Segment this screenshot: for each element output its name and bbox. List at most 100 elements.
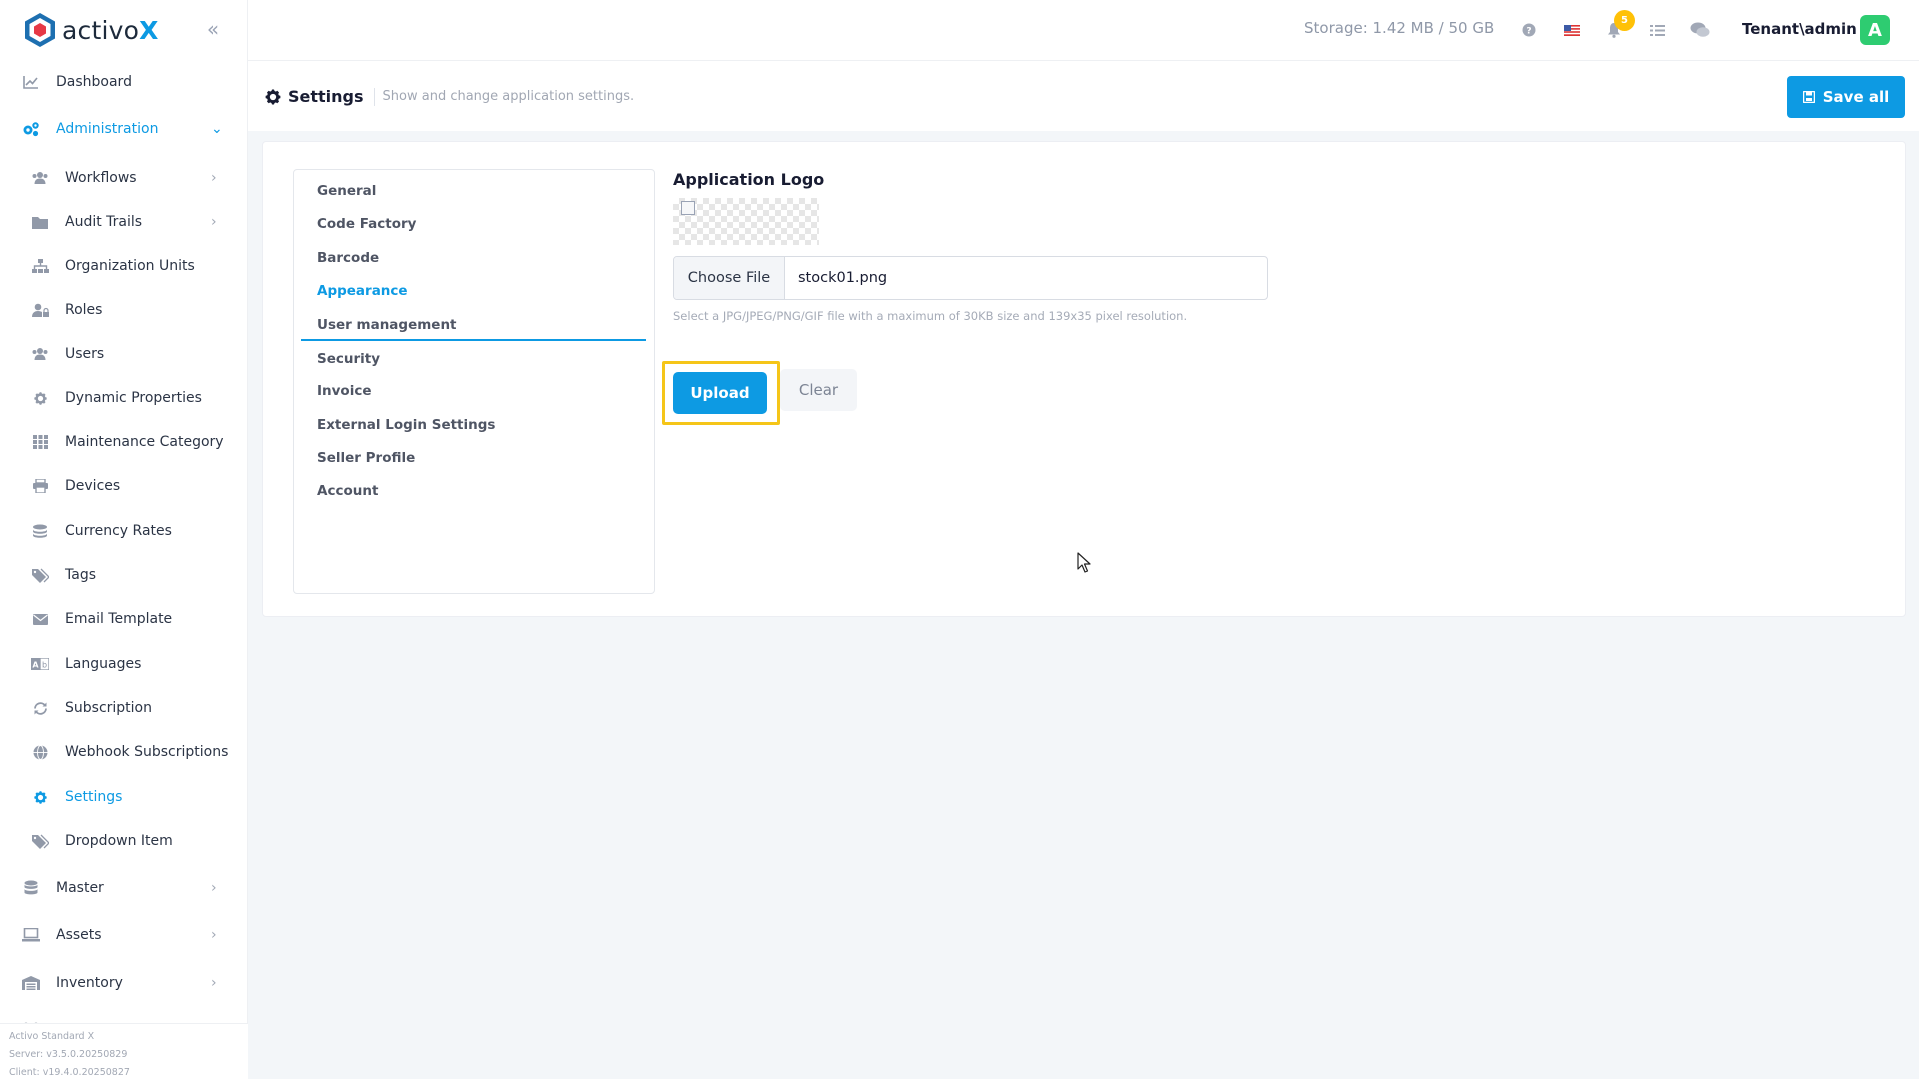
chevron-right-icon: › (211, 170, 217, 186)
sidebar-item-languages[interactable]: Ab Languages (0, 646, 248, 682)
globe-icon (31, 743, 49, 761)
printer-icon (31, 477, 49, 495)
coins-icon (31, 522, 49, 540)
sidebar-item-administration[interactable]: Administration ⌄ (0, 111, 248, 147)
upload-button[interactable]: Upload (673, 372, 767, 414)
svg-text:?: ? (1526, 27, 1531, 37)
sidebar-item-label: Subscription (65, 700, 152, 716)
sidebar-item-currency-rates[interactable]: Currency Rates (0, 513, 248, 549)
task-list-icon[interactable] (1647, 20, 1667, 40)
chevron-right-icon: › (211, 975, 217, 991)
sidebar-item-label: Roles (65, 302, 103, 318)
version-info: Activo Standard X Server: v3.5.0.2025082… (0, 1023, 248, 1079)
choose-file-button[interactable]: Choose File (674, 257, 785, 299)
broken-image-icon (681, 201, 695, 215)
save-icon (1802, 91, 1815, 103)
avatar[interactable]: A (1860, 15, 1890, 45)
upload-highlight: Upload (662, 361, 780, 425)
chevron-right-icon: › (211, 214, 217, 230)
help-icon[interactable]: ? (1519, 20, 1539, 40)
sidebar-item-users[interactable]: Users (0, 336, 248, 372)
language-icon: Ab (31, 655, 49, 673)
flag-us-icon[interactable] (1562, 20, 1582, 40)
sidebar-item-tags[interactable]: Tags (0, 557, 248, 593)
sidebar-item-devices[interactable]: Devices (0, 468, 248, 504)
chevron-right-icon: › (211, 880, 217, 896)
chart-line-icon (22, 73, 40, 91)
brand[interactable]: activoX « (0, 0, 247, 60)
notification-badge: 5 (1614, 10, 1635, 31)
tab-code-factory[interactable]: Code Factory (294, 205, 654, 243)
sidebar-item-settings[interactable]: Settings (0, 779, 248, 815)
sidebar-item-assets[interactable]: Assets › (0, 917, 248, 953)
tab-invoice[interactable]: Invoice (294, 372, 654, 410)
collapse-sidebar-icon[interactable]: « (202, 16, 224, 42)
user-name[interactable]: Tenant\admin (1742, 20, 1857, 38)
client-version: Client: v19.4.0.20250827 (9, 1067, 130, 1078)
server-version: Server: v3.5.0.20250829 (9, 1049, 128, 1060)
warehouse-icon (22, 974, 40, 992)
title-divider (373, 87, 375, 106)
subheader: Settings Show and change application set… (248, 61, 1919, 131)
page-title-bar: Settings Show and change application set… (264, 87, 634, 106)
sidebar-item-master[interactable]: Master › (0, 870, 248, 906)
bell-icon[interactable]: 5 (1604, 10, 1635, 40)
cog-icon (31, 788, 49, 806)
sidebar-item-dynamic-properties[interactable]: Dynamic Properties (0, 380, 248, 416)
appearance-panel: Application Logo Choose File stock01.png… (662, 170, 1293, 470)
hexagon-logo-icon (25, 13, 55, 47)
sidebar-item-label: Maintenance Category (65, 434, 224, 450)
envelope-icon (31, 610, 49, 628)
sidebar-item-label: Dropdown Item (65, 833, 173, 849)
mouse-cursor-icon (1077, 552, 1091, 573)
product-name: Activo Standard X (9, 1031, 95, 1042)
sidebar-item-dashboard[interactable]: Dashboard (0, 64, 248, 100)
cog-icon (31, 389, 49, 407)
laptop-icon (22, 926, 40, 944)
sidebar-item-webhook-subscriptions[interactable]: Webhook Subscriptions (0, 734, 248, 770)
sidebar-item-label: Languages (65, 656, 142, 672)
selected-file-name: stock01.png (798, 270, 888, 286)
cogs-icon (22, 120, 40, 138)
sidebar-item-maintenance-category[interactable]: Maintenance Category (0, 424, 248, 460)
sidebar-item-label: Currency Rates (65, 523, 172, 539)
logo-file-input[interactable]: Choose File stock01.png (673, 256, 1268, 300)
clear-button[interactable]: Clear (780, 369, 857, 411)
sidebar-item-label: Administration (56, 121, 159, 137)
settings-card: General Code Factory Barcode Appearance User… (262, 141, 1906, 617)
page-title: Settings (288, 87, 364, 106)
svg-text:b: b (42, 661, 47, 670)
settings-tabs: General Code Factory Barcode Appearance User… (293, 169, 655, 594)
sidebar-item-label: Webhook Subscriptions (65, 744, 229, 760)
sidebar-item-label: Master (56, 880, 104, 896)
sidebar-item-subscription[interactable]: Subscription (0, 690, 248, 726)
chat-icon[interactable] (1690, 20, 1710, 40)
sidebar-item-label: Organization Units (65, 258, 195, 274)
sidebar-item-dropdown-item[interactable]: Dropdown Item (0, 823, 248, 859)
file-hint: Select a JPG/JPEG/PNG/GIF file with a ma… (673, 309, 1188, 323)
sidebar-item-workflows[interactable]: Workflows › (0, 160, 248, 196)
sidebar-item-label: Dynamic Properties (65, 390, 202, 406)
save-all-button[interactable]: Save all (1787, 76, 1905, 118)
save-all-label: Save all (1822, 88, 1890, 106)
tab-user-management[interactable]: User management (294, 306, 654, 344)
sidebar-item-organization-units[interactable]: Organization Units (0, 248, 248, 284)
page-description: Show and change application settings. (382, 89, 635, 104)
sidebar: activoX « Dashboard Administration ⌄ Workfl… (0, 0, 248, 1079)
sidebar-item-label: Tags (65, 567, 96, 583)
sidebar-item-email-template[interactable]: Email Template (0, 601, 248, 637)
sidebar-item-label: Inventory (56, 975, 123, 991)
sidebar-item-inventory[interactable]: Inventory › (0, 965, 248, 1001)
sidebar-item-label: Audit Trails (65, 214, 143, 230)
svg-text:A: A (32, 661, 39, 670)
sidebar-item-label: Devices (65, 478, 121, 494)
tags-icon (31, 832, 49, 850)
tab-appearance[interactable]: Appearance (294, 272, 654, 310)
sidebar-item-roles[interactable]: Roles (0, 292, 248, 328)
tab-account[interactable]: Account (294, 472, 654, 510)
sidebar-item-label: Assets (56, 927, 102, 943)
logo-preview (673, 198, 819, 245)
sidebar-item-audit-trails[interactable]: Audit Trails › (0, 204, 248, 240)
storage-usage: Storage: 1.42 MB / 50 GB (1304, 19, 1495, 37)
top-header: Storage: 1.42 MB / 50 GB ? 5 Tenant\admi… (248, 0, 1919, 61)
